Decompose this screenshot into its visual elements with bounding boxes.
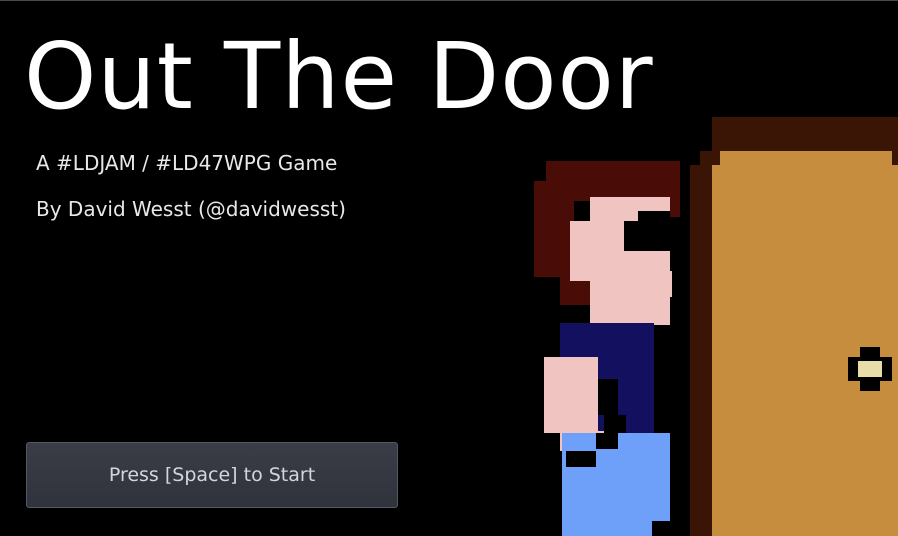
- character-eye: [624, 221, 672, 251]
- game-subtitle-jam: A #LDJAM / #LD47WPG Game: [36, 151, 338, 175]
- door-frame-top-notch: [690, 117, 712, 151]
- character-hair: [546, 161, 680, 201]
- door: [690, 117, 898, 536]
- character: [534, 161, 680, 536]
- door-panel-top-right: [892, 151, 898, 165]
- door-panel-step: [712, 165, 722, 536]
- character-arm: [544, 357, 598, 433]
- game-subtitle-author: By David Wesst (@davidwesst): [36, 197, 346, 221]
- door-knob: [848, 347, 892, 391]
- door-frame-top-notch-2: [690, 117, 700, 165]
- game-screen: Out The Door A #LDJAM / #LD47WPG Game By…: [0, 0, 898, 536]
- door-panel: [720, 151, 898, 536]
- character-pants: [562, 433, 670, 536]
- character-shirt: [560, 323, 654, 433]
- start-button[interactable]: Press [Space] to Start: [26, 442, 398, 508]
- character-face: [590, 197, 670, 325]
- door-frame: [690, 117, 898, 536]
- game-title: Out The Door: [24, 23, 654, 130]
